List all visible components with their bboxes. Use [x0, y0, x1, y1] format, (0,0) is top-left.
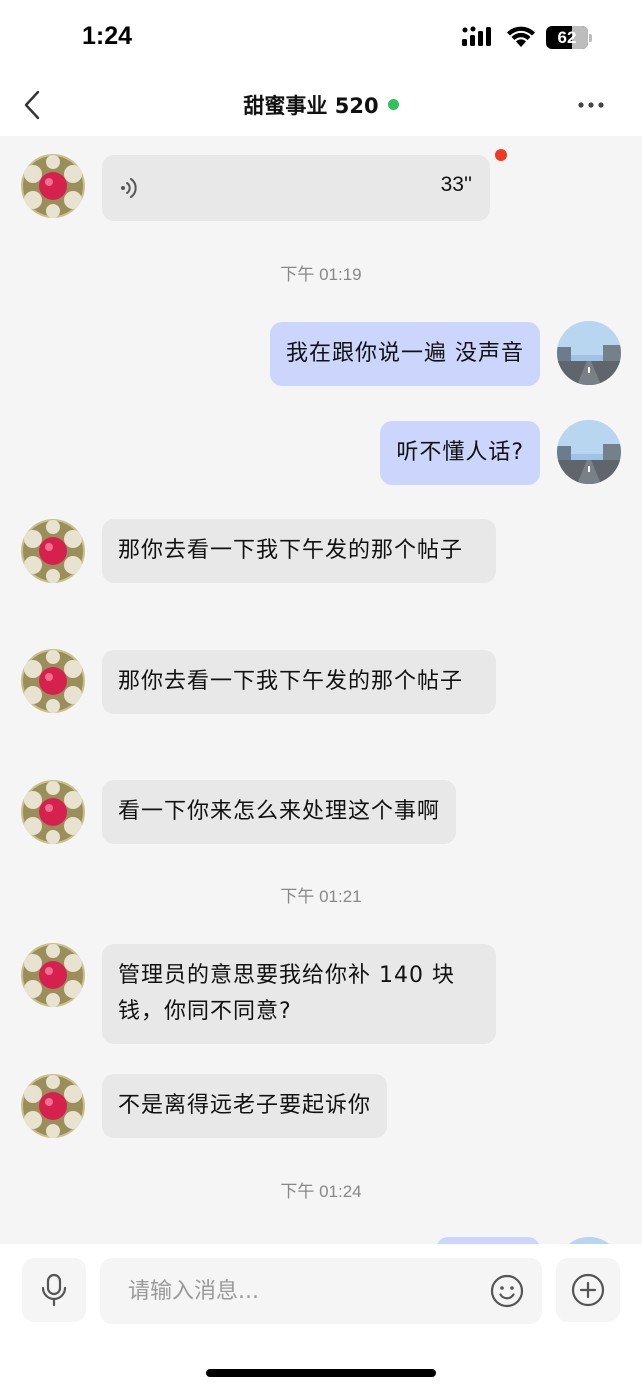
- status-bar: 1:24 62: [0, 0, 642, 76]
- contact-avatar[interactable]: [21, 154, 85, 218]
- outgoing-message-bubble[interactable]: 听不懂人话?: [380, 421, 540, 485]
- wifi-icon: [507, 26, 535, 47]
- chat-header: 甜蜜事业 520: [0, 76, 642, 136]
- my-avatar[interactable]: [557, 321, 621, 385]
- chat-title-text: 甜蜜事业 520: [243, 94, 379, 118]
- contact-avatar[interactable]: [21, 519, 85, 583]
- voice-duration: 33'': [440, 173, 472, 196]
- incoming-message-bubble[interactable]: 那你去看一下我下午发的那个帖子: [102, 519, 496, 583]
- timestamp: 下午 01:21: [280, 887, 362, 906]
- incoming-message-bubble[interactable]: 管理员的意思要我给你补 140 块钱，你同不同意?: [102, 944, 496, 1044]
- home-indicator: [206, 1369, 436, 1377]
- contact-avatar[interactable]: [21, 1074, 85, 1138]
- incoming-message-bubble[interactable]: 不是离得远老子要起诉你: [102, 1074, 388, 1138]
- message-input[interactable]: [100, 1258, 542, 1324]
- timestamp: 下午 01:19: [280, 265, 362, 284]
- input-bar: [0, 1244, 642, 1389]
- incoming-message-bubble[interactable]: 那你去看一下我下午发的那个帖子: [102, 650, 496, 714]
- more-actions-button[interactable]: [556, 1258, 620, 1322]
- plus-circle-icon: [571, 1273, 605, 1307]
- signal-icon: [462, 26, 491, 46]
- chat-title[interactable]: 甜蜜事业 520: [0, 90, 642, 120]
- my-avatar[interactable]: [557, 1237, 621, 1244]
- outgoing-message-bubble-partial[interactable]: [436, 1237, 540, 1244]
- more-icon[interactable]: [576, 94, 606, 116]
- voice-message-bubble[interactable]: 33'': [102, 155, 490, 221]
- voice-wave-icon: [121, 178, 137, 198]
- timestamp: 下午 01:24: [280, 1182, 362, 1201]
- contact-avatar[interactable]: [21, 943, 85, 1007]
- my-avatar[interactable]: [557, 420, 621, 484]
- battery-icon: 62: [546, 26, 592, 49]
- emoji-icon[interactable]: [490, 1274, 524, 1308]
- contact-avatar[interactable]: [21, 780, 85, 844]
- online-status-dot: [387, 99, 399, 110]
- contact-avatar[interactable]: [21, 649, 85, 713]
- message-list[interactable]: 33'' 下午 01:19 我在跟你说一遍 没声音 听不懂人话? 那你去看一下我…: [0, 136, 642, 1244]
- battery-percent: 62: [557, 28, 577, 47]
- outgoing-message-bubble[interactable]: 我在跟你说一遍 没声音: [270, 322, 540, 386]
- voice-input-button[interactable]: [22, 1258, 86, 1322]
- microphone-icon: [41, 1273, 67, 1307]
- unread-dot: [495, 149, 507, 161]
- incoming-message-bubble[interactable]: 看一下你来怎么来处理这个事啊: [102, 780, 457, 844]
- status-time: 1:24: [82, 22, 133, 50]
